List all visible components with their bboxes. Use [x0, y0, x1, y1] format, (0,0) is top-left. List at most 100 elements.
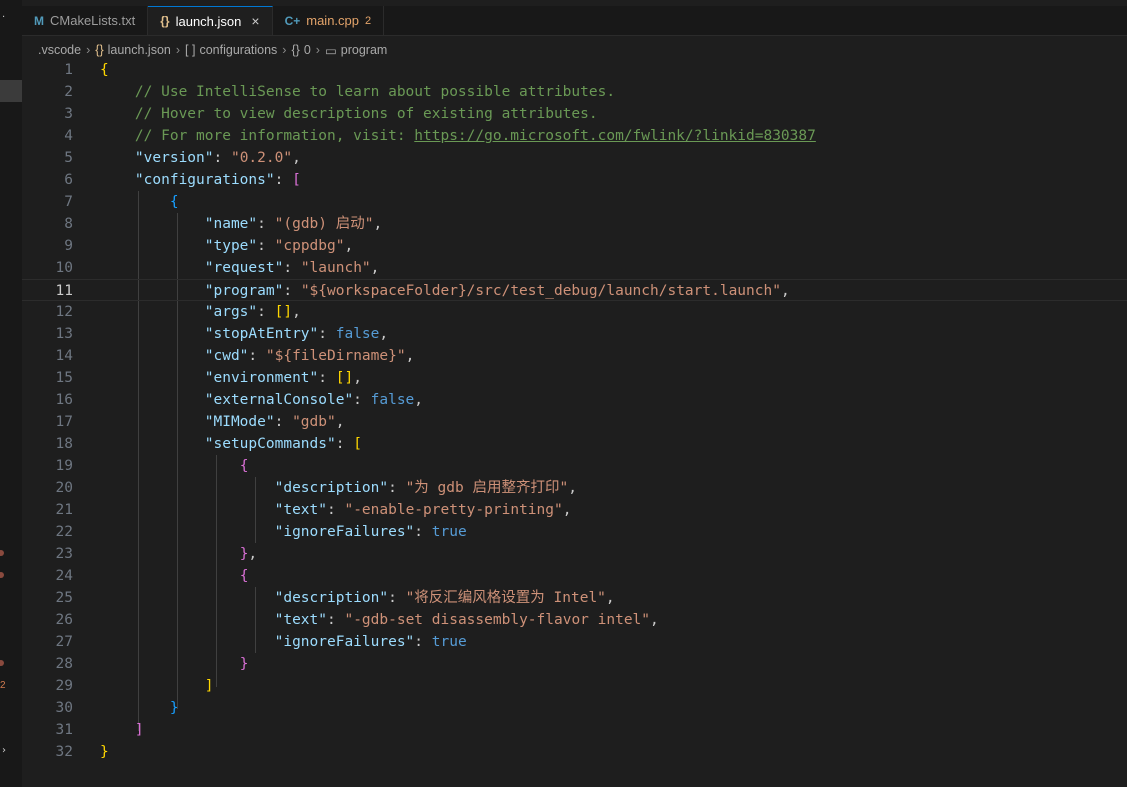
- code-token: // For more information, visit:: [134, 128, 415, 144]
- code-line[interactable]: 2 // Use IntelliSense to learn about pos…: [22, 81, 1127, 103]
- code-token: false: [335, 326, 380, 342]
- breadcrumb-launch-json[interactable]: launch.json: [108, 43, 171, 57]
- code-line[interactable]: 3 // Hover to view descriptions of exist…: [22, 103, 1127, 125]
- code-line[interactable]: 15 "environment": [],: [22, 367, 1127, 389]
- code-line[interactable]: 24 {: [22, 565, 1127, 587]
- code-line[interactable]: 28 }: [22, 653, 1127, 675]
- more-icon[interactable]: ·: [2, 12, 5, 23]
- code-line[interactable]: 7 {: [22, 191, 1127, 213]
- code-token: ,: [562, 502, 572, 518]
- breakpoint-dot[interactable]: [0, 550, 4, 556]
- code-text: "name": "(gdb) 启动",: [100, 213, 382, 235]
- code-line[interactable]: 30 }: [22, 697, 1127, 719]
- code-editor[interactable]: 1{2 // Use IntelliSense to learn about p…: [22, 59, 1127, 787]
- code-line[interactable]: 8 "name": "(gdb) 启动",: [22, 213, 1127, 235]
- code-text: {: [100, 191, 179, 213]
- code-token: :: [248, 348, 266, 364]
- line-number: 2: [64, 84, 73, 100]
- code-line[interactable]: 18 "setupCommands": [: [22, 433, 1127, 455]
- breakpoint-dot[interactable]: [0, 660, 4, 666]
- code-line[interactable]: 19 {: [22, 455, 1127, 477]
- code-line[interactable]: 4 // For more information, visit: https:…: [22, 125, 1127, 147]
- line-number: 14: [55, 348, 73, 364]
- code-line[interactable]: 31 ]: [22, 719, 1127, 741]
- code-line[interactable]: 32}: [22, 741, 1127, 763]
- code-token: :: [274, 414, 293, 430]
- code-token: "(gdb) 启动": [274, 216, 374, 232]
- line-number: 6: [64, 172, 73, 188]
- code-token: "args": [204, 304, 258, 320]
- code-line[interactable]: 6 "configurations": [: [22, 169, 1127, 191]
- tab-launch-json[interactable]: {} launch.json ×: [148, 6, 273, 35]
- code-line[interactable]: 11 "program": "${workspaceFolder}/src/te…: [22, 279, 1127, 301]
- code-token: // Hover to view descriptions of existin…: [134, 106, 598, 122]
- explorer-selection[interactable]: [0, 80, 22, 102]
- breadcrumb-vscode[interactable]: .vscode: [38, 43, 81, 57]
- code-token: ,: [344, 238, 354, 254]
- code-text: "configurations": [: [100, 169, 301, 191]
- code-token: "MIMode": [204, 414, 275, 430]
- code-token: "name": [204, 216, 258, 232]
- code-token: "version": [134, 150, 214, 166]
- code-line[interactable]: 1{: [22, 59, 1127, 81]
- code-token: :: [318, 326, 336, 342]
- line-number: 11: [55, 283, 73, 299]
- code-line[interactable]: 29 ]: [22, 675, 1127, 697]
- line-number: 28: [55, 656, 73, 672]
- code-line[interactable]: 25 "description": "将反汇编风格设置为 Intel",: [22, 587, 1127, 609]
- code-line[interactable]: 20 "description": "为 gdb 启用整齐打印",: [22, 477, 1127, 499]
- code-line[interactable]: 27 "ignoreFailures": true: [22, 631, 1127, 653]
- code-token: ,: [568, 480, 577, 496]
- code-token: "launch": [300, 260, 371, 276]
- code-token: :: [388, 480, 406, 496]
- breadcrumb-configurations[interactable]: configurations: [199, 43, 277, 57]
- cmake-file-icon: M: [34, 13, 44, 28]
- code-text: "args": [],: [100, 301, 301, 323]
- breakpoint-dot[interactable]: [0, 572, 4, 578]
- code-token: "cppdbg": [274, 238, 345, 254]
- code-token: :: [327, 502, 345, 518]
- code-line[interactable]: 23 },: [22, 543, 1127, 565]
- code-line[interactable]: 13 "stopAtEntry": false,: [22, 323, 1127, 345]
- code-line[interactable]: 5 "version": "0.2.0",: [22, 147, 1127, 169]
- close-icon[interactable]: ×: [251, 13, 259, 29]
- line-number: 18: [55, 436, 73, 452]
- code-text: // Use IntelliSense to learn about possi…: [100, 81, 615, 103]
- code-line[interactable]: 14 "cwd": "${fileDirname}",: [22, 345, 1127, 367]
- code-line[interactable]: 10 "request": "launch",: [22, 257, 1127, 279]
- code-token: "setupCommands": [204, 436, 336, 452]
- code-text: "text": "-gdb-set disassembly-flavor int…: [100, 609, 659, 631]
- arrow-icon[interactable]: ›: [2, 745, 6, 756]
- code-token: :: [318, 370, 336, 386]
- code-line[interactable]: 9 "type": "cppdbg",: [22, 235, 1127, 257]
- tab-label: launch.json: [175, 13, 242, 29]
- activity-bar: · 2 ›: [0, 0, 22, 787]
- array-icon: [ ]: [185, 43, 196, 57]
- tab-cmakelists[interactable]: M CMakeLists.txt: [22, 6, 149, 35]
- code-token: true: [431, 524, 467, 540]
- code-line[interactable]: 22 "ignoreFailures": true: [22, 521, 1127, 543]
- code-token: "将反汇编风格设置为 Intel": [405, 590, 606, 606]
- chevron-right-icon: ›: [86, 43, 91, 57]
- code-line[interactable]: 21 "text": "-enable-pretty-printing",: [22, 499, 1127, 521]
- code-line[interactable]: 16 "externalConsole": false,: [22, 389, 1127, 411]
- breadcrumb-program[interactable]: program: [341, 43, 388, 57]
- breadcrumb-index-0[interactable]: 0: [304, 43, 311, 57]
- code-line[interactable]: 17 "MIMode": "gdb",: [22, 411, 1127, 433]
- code-text: "type": "cppdbg",: [100, 235, 353, 257]
- code-line[interactable]: 12 "args": [],: [22, 301, 1127, 323]
- code-token: ]: [134, 722, 144, 738]
- code-token: []: [274, 304, 293, 320]
- tab-main-cpp[interactable]: C+ main.cpp 2: [273, 6, 385, 35]
- code-token: "configurations": [134, 172, 275, 188]
- code-token: "stopAtEntry": [204, 326, 319, 342]
- code-line[interactable]: 26 "text": "-gdb-set disassembly-flavor …: [22, 609, 1127, 631]
